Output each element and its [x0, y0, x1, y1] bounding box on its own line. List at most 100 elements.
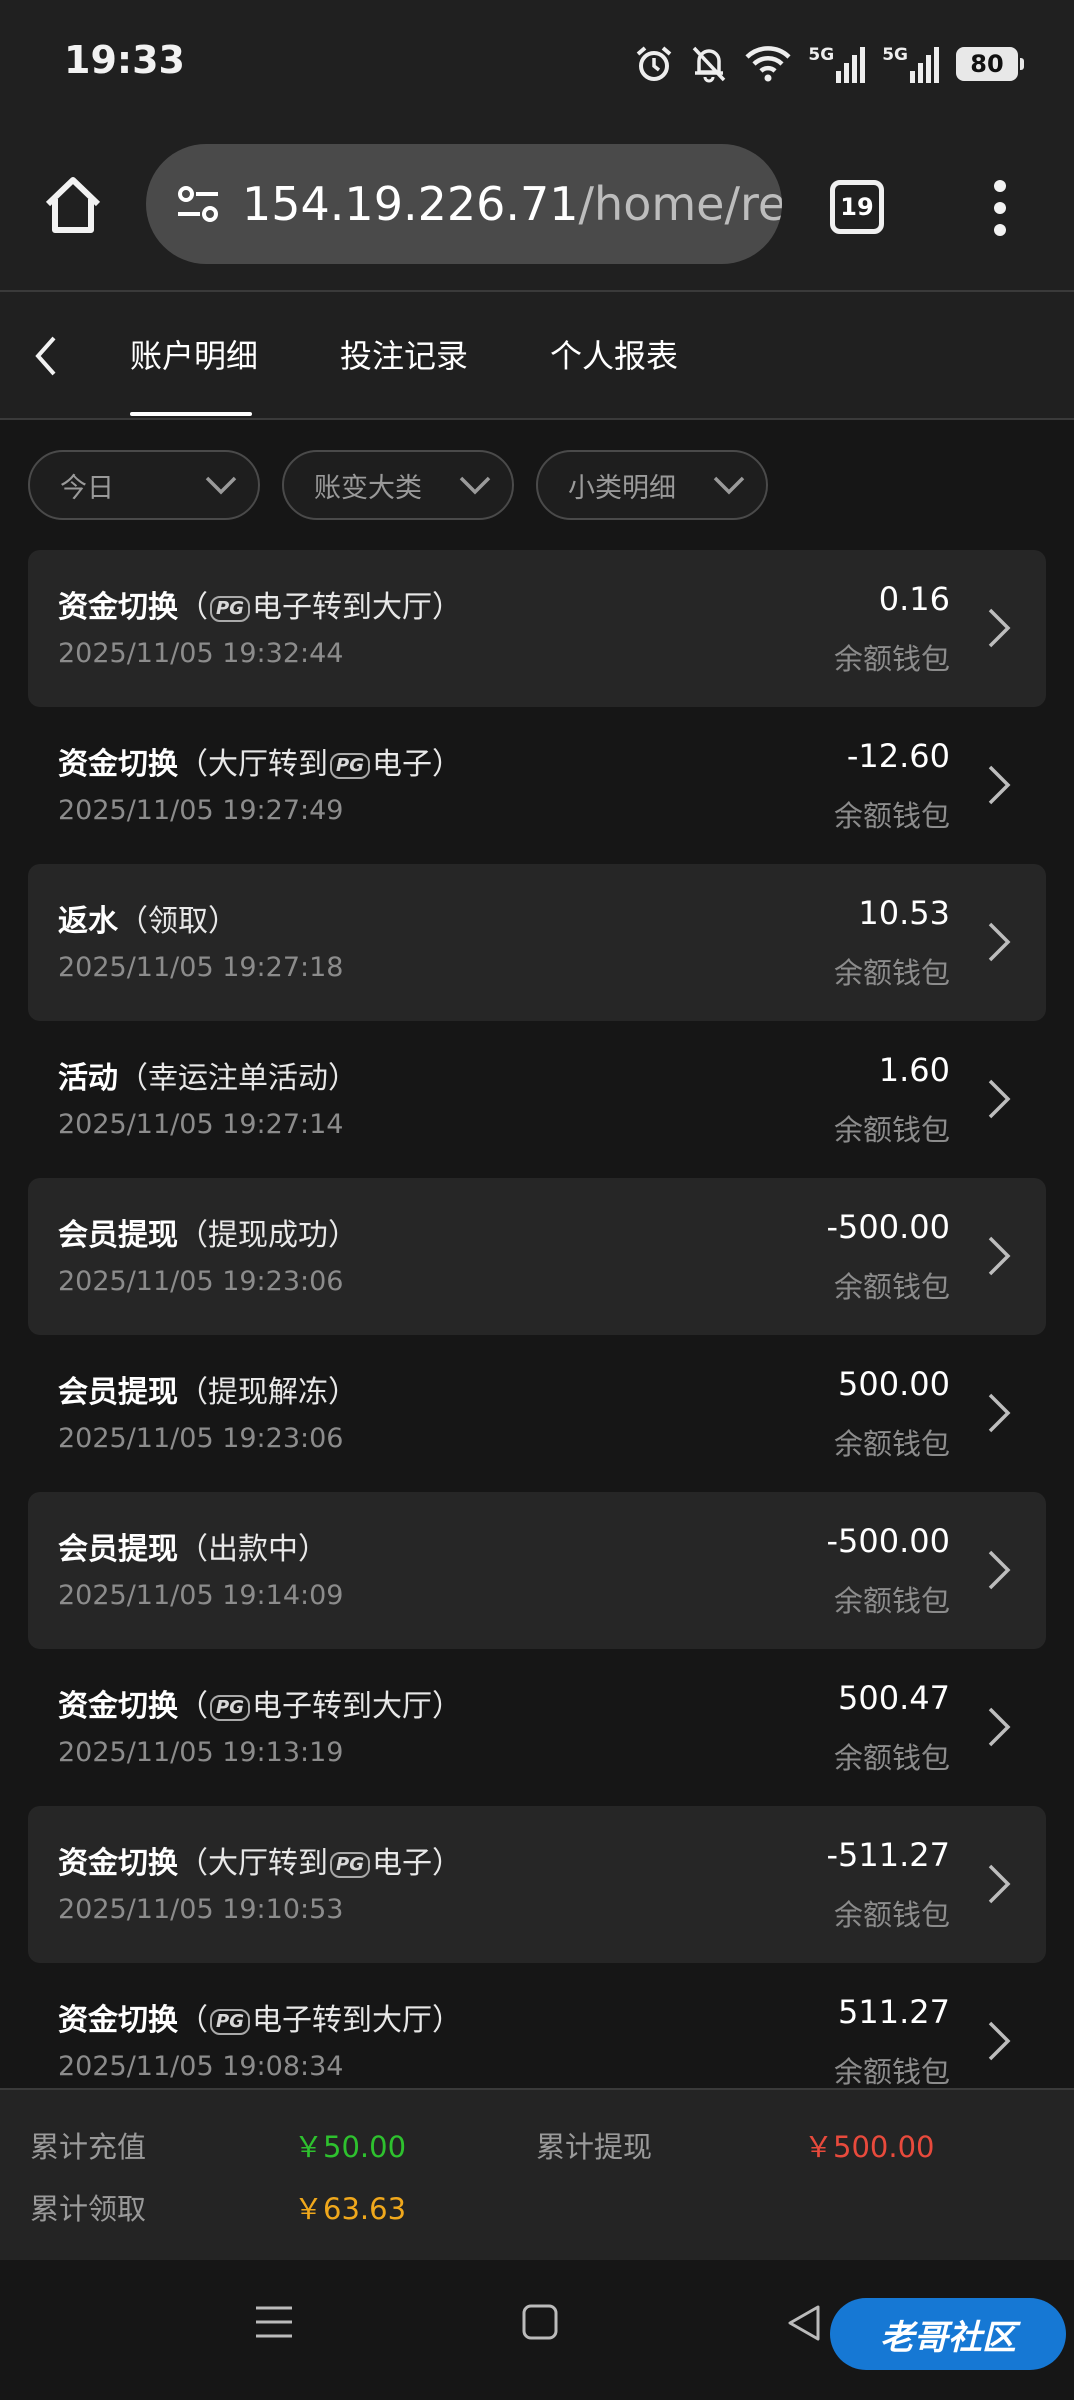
transaction-type: 资金切换 [58, 590, 178, 625]
transaction-detail-prefix: （大厅转到 [178, 747, 328, 782]
transaction-amount: -12.60 [846, 737, 950, 775]
transaction-detail-suffix: 电子转到大厅） [251, 1689, 462, 1724]
transaction-detail-suffix: 电子转到大厅） [251, 590, 462, 625]
transaction-detail-prefix: （ [178, 1689, 208, 1724]
transaction-type: 资金切换 [58, 2003, 178, 2038]
tab-personal-report[interactable]: 个人报表 [550, 332, 678, 380]
total-recharge-value: ￥50.00 [294, 2130, 407, 2164]
transaction-wallet: 余额钱包 [833, 799, 950, 833]
transaction-wallet: 余额钱包 [833, 2055, 950, 2088]
chevron-right-icon[interactable] [986, 1391, 1012, 1435]
transaction-row[interactable]: 资金切换（ PG 电子转到大厅） 2025/11/05 19:08:34 511.27 余… [28, 1963, 1046, 2088]
transaction-type: 资金切换 [58, 1846, 178, 1881]
transaction-title: 会员提现（提现解冻） [58, 1367, 358, 1411]
transaction-time: 2025/11/05 19:32:44 [58, 638, 344, 669]
transaction-time: 2025/11/05 19:27:49 [58, 795, 344, 826]
transaction-time: 2025/11/05 19:14:09 [58, 1580, 344, 1611]
tab-navigation: 账户明细 投注记录 个人报表 [0, 292, 1074, 420]
transaction-time: 2025/11/05 19:23:06 [58, 1266, 344, 1297]
bell-muted-icon [693, 46, 726, 83]
transaction-row[interactable]: 会员提现（提现成功） 2025/11/05 19:23:06 -500.00 余额钱包 [28, 1178, 1046, 1335]
status-time: 19:33 [64, 38, 185, 82]
url-host: 154.19.226.71 [242, 177, 579, 231]
transaction-time: 2025/11/05 19:10:53 [58, 1894, 344, 1925]
transaction-detail-prefix: （ [178, 590, 208, 625]
subcategory-filter-label: 小类明细 [568, 472, 676, 504]
transaction-title: 活动（幸运注单活动） [58, 1053, 358, 1097]
transaction-title: 会员提现（提现成功） [58, 1210, 358, 1254]
chevron-right-icon[interactable] [986, 606, 1012, 650]
transaction-title: 资金切换（ PG 电子转到大厅） [58, 582, 462, 626]
transaction-amount: 10.53 [858, 894, 950, 932]
transaction-amount: 511.27 [838, 1993, 950, 2031]
transaction-detail: （大厅转到 PG 电子） [178, 1846, 462, 1881]
transaction-row[interactable]: 资金切换（大厅转到 PG 电子） 2025/11/05 19:10:53 -511.27… [28, 1806, 1046, 1963]
signal-1-icon: 5G [808, 45, 866, 83]
transaction-row[interactable]: 会员提现（提现解冻） 2025/11/05 19:23:06 500.00 余额钱包 [28, 1335, 1046, 1492]
recent-apps-icon[interactable] [254, 2302, 294, 2342]
transaction-list[interactable]: 资金切换（ PG 电子转到大厅） 2025/11/05 19:32:44 0.16 余额钱… [28, 550, 1046, 2088]
transaction-detail-suffix: 电子转到大厅） [251, 2003, 462, 2038]
date-filter-label: 今日 [60, 472, 114, 504]
site-settings-icon[interactable] [172, 178, 224, 230]
pg-provider-icon: PG [210, 596, 250, 622]
transaction-row[interactable]: 会员提现（出款中） 2025/11/05 19:14:09 -500.00 余额钱包 [28, 1492, 1046, 1649]
transaction-detail-prefix: （提现成功） [178, 1218, 358, 1253]
transaction-detail: （出款中） [178, 1532, 328, 1567]
transaction-wallet: 余额钱包 [833, 1898, 950, 1932]
more-options-icon[interactable] [990, 178, 1010, 238]
alarm-icon [637, 46, 672, 81]
transaction-type: 资金切换 [58, 1689, 178, 1724]
date-filter-dropdown[interactable]: 今日 [28, 450, 260, 520]
transaction-time: 2025/11/05 19:27:14 [58, 1109, 344, 1140]
browser-toolbar: 154.19.226.71/home/re 19 [0, 128, 1074, 292]
transaction-detail: （幸运注单活动） [118, 1061, 358, 1096]
tab-bet-records[interactable]: 投注记录 [340, 332, 468, 380]
chevron-right-icon[interactable] [986, 1077, 1012, 1121]
chevron-down-icon [205, 476, 237, 495]
transaction-detail-suffix: 电子） [371, 1846, 462, 1881]
transaction-title: 返水（领取） [58, 896, 238, 940]
chevron-right-icon[interactable] [986, 1234, 1012, 1278]
chevron-right-icon[interactable] [986, 1862, 1012, 1906]
chevron-right-icon[interactable] [986, 763, 1012, 807]
tab-account-details[interactable]: 账户明细 [130, 332, 258, 380]
category-filter-dropdown[interactable]: 账变大类 [282, 450, 514, 520]
chevron-right-icon[interactable] [986, 1548, 1012, 1592]
transaction-row[interactable]: 返水（领取） 2025/11/05 19:27:18 10.53 余额钱包 [28, 864, 1046, 1021]
pg-provider-icon: PG [210, 1695, 250, 1721]
back-arrow-icon[interactable] [28, 332, 64, 380]
battery-indicator: 80 [956, 47, 1024, 81]
transaction-time: 2025/11/05 19:23:06 [58, 1423, 344, 1454]
home-icon[interactable] [40, 172, 106, 238]
transaction-wallet: 余额钱包 [833, 1270, 950, 1304]
transaction-detail: （领取） [118, 904, 238, 939]
tab-switcher-button[interactable]: 19 [830, 180, 884, 234]
address-bar[interactable]: 154.19.226.71/home/re [146, 144, 782, 264]
transaction-wallet: 余额钱包 [833, 1427, 950, 1461]
transaction-time: 2025/11/05 19:13:19 [58, 1737, 344, 1768]
transaction-row[interactable]: 资金切换（ PG 电子转到大厅） 2025/11/05 19:13:19 500.47 余… [28, 1649, 1046, 1806]
transaction-wallet: 余额钱包 [833, 1741, 950, 1775]
transaction-row[interactable]: 活动（幸运注单活动） 2025/11/05 19:27:14 1.60 余额钱包 [28, 1021, 1046, 1178]
total-claim-label: 累计领取 [30, 2192, 147, 2226]
pg-provider-icon: PG [210, 2009, 250, 2035]
subcategory-filter-dropdown[interactable]: 小类明细 [536, 450, 768, 520]
home-nav-icon[interactable] [522, 2304, 558, 2340]
transaction-type: 会员提现 [58, 1218, 178, 1253]
transaction-amount: -511.27 [826, 1836, 950, 1874]
transaction-detail: （PG 电子转到大厅） [178, 1689, 462, 1724]
chevron-right-icon[interactable] [986, 920, 1012, 964]
transaction-detail: （大厅转到 PG 电子） [178, 747, 462, 782]
transaction-row[interactable]: 资金切换（ PG 电子转到大厅） 2025/11/05 19:32:44 0.16 余额钱… [28, 550, 1046, 707]
url-text[interactable]: 154.19.226.71/home/re [242, 177, 782, 231]
chevron-down-icon [713, 476, 745, 495]
back-nav-icon[interactable] [786, 2304, 822, 2342]
transaction-row[interactable]: 资金切换（大厅转到 PG 电子） 2025/11/05 19:27:49 -12.60 余… [28, 707, 1046, 864]
chevron-right-icon[interactable] [986, 2019, 1012, 2063]
pg-provider-icon: PG [330, 753, 370, 779]
signal-2-icon: 5G [882, 45, 940, 83]
chevron-right-icon[interactable] [986, 1705, 1012, 1749]
transaction-type: 活动 [58, 1061, 118, 1096]
transaction-detail: （PG 电子转到大厅） [178, 590, 462, 625]
